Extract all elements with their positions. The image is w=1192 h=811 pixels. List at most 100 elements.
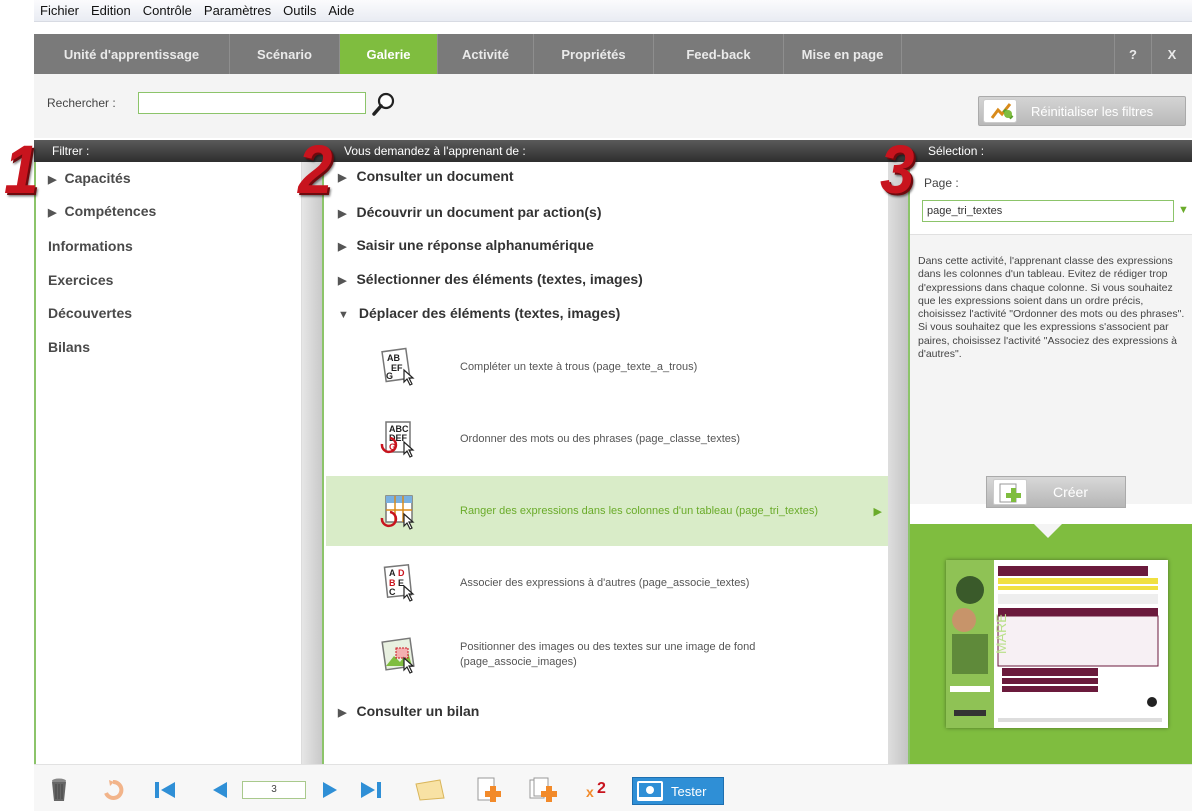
order-words-icon: ABC DEF G	[378, 418, 420, 460]
filter-competences[interactable]: ▶ Compétences	[48, 203, 156, 219]
dropdown-arrow-icon[interactable]: ▼	[1178, 204, 1189, 216]
menu-bar: Fichier Edition Contrôle Paramètres Outi…	[34, 0, 1192, 22]
preview-area: MARE	[910, 524, 1192, 764]
create-label: Créer	[1053, 484, 1089, 500]
tab-mise-en-page[interactable]: Mise en page	[784, 34, 902, 74]
category-consulter-bilan[interactable]: ▶ Consulter un bilan	[338, 703, 479, 719]
reset-filters-label: Réinitialiser les filtres	[1031, 103, 1154, 119]
menu-aide[interactable]: Aide	[326, 3, 356, 18]
filter-capacites[interactable]: ▶ Capacités	[48, 170, 131, 186]
expand-triangle-icon: ▶	[48, 207, 57, 219]
undo-icon[interactable]	[100, 777, 126, 803]
tester-button[interactable]: Tester	[632, 777, 724, 805]
category-consulter-document[interactable]: ▶ Consulter un document	[338, 168, 514, 184]
menu-outils[interactable]: Outils	[281, 3, 318, 18]
tester-label: Tester	[671, 783, 707, 799]
last-page-icon[interactable]	[358, 777, 384, 803]
selection-header: Sélection :	[908, 140, 1192, 162]
reset-filters-icon	[983, 99, 1017, 123]
activity-label: Ordonner des mots ou des phrases (page_c…	[460, 432, 741, 445]
svg-text:D: D	[398, 568, 405, 578]
create-page-icon	[993, 479, 1027, 505]
sort-table-icon	[378, 490, 420, 532]
category-label: Sélectionner des éléments (textes, image…	[356, 271, 643, 287]
selection-panel: Page : page_tri_textes ▼ Dans cette acti…	[908, 162, 1192, 764]
add-page-icon[interactable]	[476, 777, 506, 803]
menu-edition[interactable]: Edition	[89, 3, 133, 18]
first-page-icon[interactable]	[152, 777, 178, 803]
search-label: Rechercher :	[47, 96, 116, 110]
note-icon[interactable]	[414, 777, 446, 803]
activities-header: Vous demandez à l'apprenant de :	[322, 140, 908, 162]
page-select[interactable]: page_tri_textes	[922, 200, 1174, 222]
menu-fichier[interactable]: Fichier	[38, 3, 81, 18]
filter-exercices[interactable]: Exercices	[48, 272, 113, 288]
tab-spacer	[902, 34, 1114, 74]
activity-associe-images[interactable]: Positionner des images ou des textes sur…	[326, 620, 890, 690]
search-icon[interactable]	[370, 90, 398, 118]
tab-activite[interactable]: Activité	[438, 34, 534, 74]
bottom-toolbar: 3 x2 Tester	[34, 764, 1192, 811]
expand-triangle-icon: ▶	[338, 208, 347, 220]
close-button[interactable]: X	[1152, 34, 1192, 74]
tab-proprietes[interactable]: Propriétés	[534, 34, 654, 74]
menu-parametres[interactable]: Paramètres	[202, 3, 273, 18]
tab-bar: Unité d'apprentissage Scénario Galerie A…	[34, 34, 1192, 83]
category-label: Saisir une réponse alphanumérique	[356, 237, 594, 253]
filter-competences-label: Compétences	[64, 203, 157, 219]
svg-text:C: C	[389, 587, 396, 597]
associate-texts-icon: A D B E C	[378, 562, 420, 604]
category-selectionner-elements[interactable]: ▶ Sélectionner des éléments (textes, imag…	[338, 271, 643, 287]
category-saisir-reponse[interactable]: ▶ Saisir une réponse alphanumérique	[338, 237, 594, 253]
tab-unite-apprentissage[interactable]: Unité d'apprentissage	[34, 34, 230, 74]
activity-label: Compléter un texte à trous (page_texte_a…	[460, 360, 698, 373]
menu-controle[interactable]: Contrôle	[141, 3, 194, 18]
filter-scrollbar[interactable]	[302, 162, 322, 764]
activity-description: Dans cette activité, l'apprenant classe …	[918, 255, 1185, 361]
filter-bilans[interactable]: Bilans	[48, 339, 90, 355]
activity-label: Positionner des images ou des textes sur…	[460, 641, 756, 668]
filter-panel: ▶ Capacités ▶ Compétences Informations Exe…	[34, 162, 302, 764]
search-input[interactable]	[138, 92, 366, 114]
tab-feed-back[interactable]: Feed-back	[654, 34, 784, 74]
category-label: Consulter un bilan	[356, 703, 480, 719]
activity-tri-textes[interactable]: Ranger des expressions dans les colonnes…	[326, 476, 890, 546]
expand-triangle-icon: ▶	[48, 174, 57, 186]
activities-scrollbar[interactable]	[888, 162, 908, 764]
create-button[interactable]: Créer	[986, 476, 1126, 508]
next-page-icon[interactable]	[318, 777, 344, 803]
annotation-number-2: 2	[298, 132, 333, 209]
activity-associe-textes[interactable]: A D B E C Associer des expressions à d'a…	[326, 548, 890, 618]
expand-triangle-icon: ▶	[338, 707, 347, 719]
filter-header: Filtrer :	[34, 140, 322, 162]
activities-panel: ▶ Consulter un document ▶ Découvrir un doc…	[322, 162, 890, 764]
svg-text:MARE: MARE	[993, 614, 1009, 654]
expand-triangle-icon: ▶	[338, 275, 347, 287]
trash-icon[interactable]	[46, 777, 72, 803]
svg-text:A: A	[389, 568, 396, 578]
category-decouvrir-document[interactable]: ▶ Découvrir un document par action(s)	[338, 204, 602, 220]
tab-galerie[interactable]: Galerie	[340, 34, 438, 83]
tab-scenario[interactable]: Scénario	[230, 34, 340, 74]
filter-informations[interactable]: Informations	[48, 238, 133, 254]
page-number-field[interactable]: 3	[242, 781, 306, 799]
previous-page-icon[interactable]	[206, 777, 232, 803]
activity-label: Ranger des expressions dans les colonnes…	[460, 504, 818, 517]
filter-decouvertes[interactable]: Découvertes	[48, 305, 132, 321]
search-bar: Rechercher : Réinitialiser les filtres	[34, 74, 1192, 138]
expand-triangle-icon: ▶	[338, 241, 347, 253]
page-label: Page :	[924, 176, 959, 190]
category-deplacer-elements[interactable]: ▼ Déplacer des éléments (textes, images)	[338, 305, 620, 321]
duplicate-icon[interactable]: x2	[584, 777, 616, 803]
activity-texte-a-trous[interactable]: AB EF G Compléter un texte à trous (page…	[326, 332, 890, 402]
svg-text:G: G	[386, 371, 393, 381]
category-label: Consulter un document	[356, 168, 514, 184]
add-pages-icon[interactable]	[528, 777, 560, 803]
preview-screen-icon	[637, 781, 663, 801]
description-box: Dans cette activité, l'apprenant classe …	[910, 234, 1192, 504]
help-button[interactable]: ?	[1114, 34, 1152, 74]
reset-filters-button[interactable]: Réinitialiser les filtres	[978, 96, 1186, 126]
svg-text:E: E	[398, 578, 404, 588]
activity-classe-textes[interactable]: ABC DEF G Ordonner des mots ou des phras…	[326, 404, 890, 474]
category-label: Déplacer des éléments (textes, images)	[358, 305, 621, 321]
